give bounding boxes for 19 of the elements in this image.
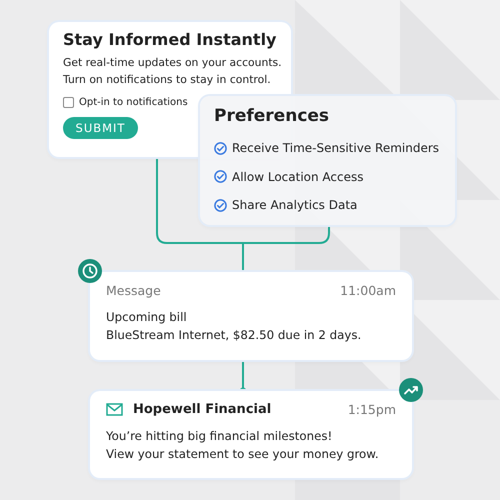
preference-label: Share Analytics Data (232, 198, 358, 212)
sender-name: Message (106, 283, 161, 298)
timestamp: 1:15pm (348, 402, 396, 417)
envelope-icon (106, 403, 123, 416)
message-text: You’re hitting big financial milestones! (106, 428, 334, 445)
sender-name: Hopewell Financial (133, 402, 272, 417)
checkbox-label: Opt-in to notifications (79, 97, 188, 108)
message-text: View your statement to see your money grow. (106, 446, 380, 463)
checkbox[interactable] (63, 97, 74, 108)
description-text: Get real-time updates on your accounts. (63, 55, 282, 71)
preference-label: Receive Time-Sensitive Reminders (232, 141, 440, 156)
submit-button[interactable]: SUBMIT (63, 117, 138, 139)
message-text: Upcoming bill (106, 309, 188, 326)
card-title: Stay Informed Instantly (63, 30, 277, 49)
timestamp: 11:00am (340, 283, 396, 298)
card-title: Preferences (214, 106, 330, 126)
description-text: Turn on notifications to stay in control. (63, 72, 271, 88)
preference-label: Allow Location Access (232, 170, 364, 184)
message-text: BlueStream Internet, $82.50 due in 2 days. (106, 327, 362, 344)
